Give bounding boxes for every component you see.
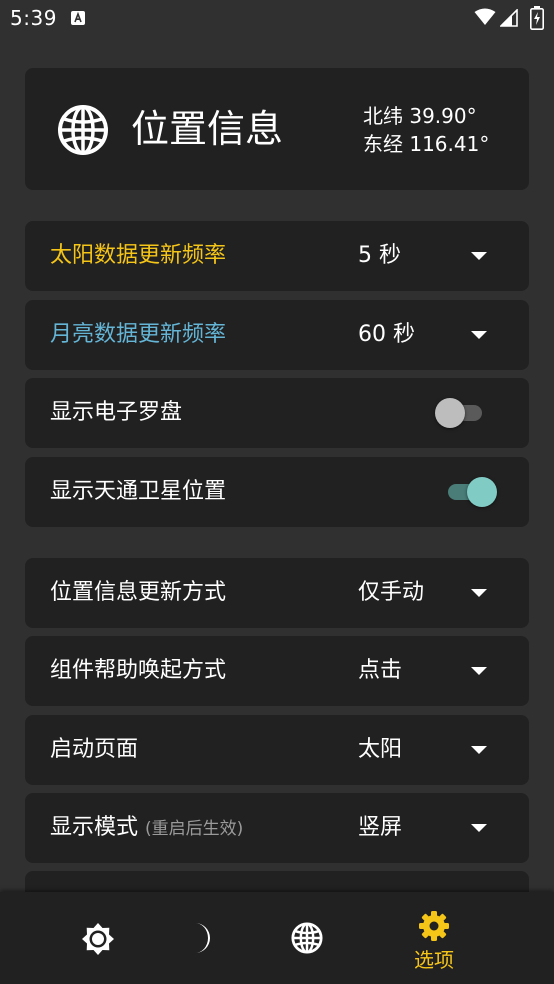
location-update-mode-row[interactable]: 位置信息更新方式 仅手动 — [25, 558, 529, 628]
dropdown-arrow-icon[interactable] — [471, 746, 487, 754]
status-bar: 5:39 — [0, 0, 554, 38]
nav-options-tab[interactable]: 选项 — [389, 892, 479, 984]
startup-page-row[interactable]: 启动页面 太阳 — [25, 715, 529, 785]
location-update-mode-label: 位置信息更新方式 — [50, 580, 227, 605]
globe-icon — [291, 922, 323, 954]
dropdown-arrow-icon[interactable] — [471, 667, 487, 675]
wifi-icon — [474, 8, 496, 25]
widget-wakeup-value[interactable]: 点击 — [358, 636, 402, 706]
show-compass-label: 显示电子罗盘 — [50, 400, 183, 425]
dropdown-arrow-icon[interactable] — [471, 331, 487, 339]
location-title: 位置信息 — [131, 107, 284, 151]
show-compass-row[interactable]: 显示电子罗盘 — [25, 378, 529, 448]
sun-icon — [82, 923, 114, 955]
nav-options-label: 选项 — [414, 948, 454, 972]
moon-update-frequency-row[interactable]: 月亮数据更新频率 60 秒 — [25, 300, 529, 370]
latitude-text: 北纬 39.90° — [363, 104, 477, 128]
moon-update-frequency-label: 月亮数据更新频率 — [50, 322, 227, 347]
signal-icon — [500, 9, 518, 27]
widget-wakeup-row[interactable]: 组件帮助唤起方式 点击 — [25, 636, 529, 706]
battery-charging-icon — [530, 6, 544, 30]
longitude-text: 东经 116.41° — [363, 132, 490, 156]
toggle-thumb — [467, 477, 497, 507]
status-time: 5:39 — [10, 6, 57, 30]
show-tiantong-satellite-toggle[interactable] — [445, 477, 497, 507]
moon-icon — [195, 923, 210, 953]
show-tiantong-satellite-label: 显示天通卫星位置 — [50, 479, 227, 504]
show-compass-toggle[interactable] — [435, 398, 487, 428]
toggle-thumb — [435, 398, 465, 428]
dropdown-arrow-icon[interactable] — [471, 824, 487, 832]
widget-wakeup-label: 组件帮助唤起方式 — [50, 658, 227, 683]
nav-moon-tab[interactable] — [157, 892, 247, 984]
sun-update-frequency-label: 太阳数据更新频率 — [50, 243, 227, 268]
globe-icon — [58, 105, 108, 155]
startup-page-label: 启动页面 — [50, 737, 139, 762]
location-update-mode-value[interactable]: 仅手动 — [358, 558, 424, 628]
sun-update-frequency-value[interactable]: 5 秒 — [358, 221, 401, 291]
restart-note: (重启后生效) — [145, 819, 244, 839]
moon-update-frequency-value[interactable]: 60 秒 — [358, 300, 415, 370]
display-mode-value[interactable]: 竖屏 — [358, 793, 402, 863]
nav-sun-tab[interactable] — [53, 892, 143, 984]
display-mode-label-group: 显示模式 (重启后生效) — [50, 793, 243, 863]
location-card[interactable]: 位置信息 北纬 39.90° 东经 116.41° — [25, 68, 529, 190]
bottom-navigation: 选项 — [0, 892, 554, 984]
display-mode-row[interactable]: 显示模式 (重启后生效) 竖屏 — [25, 793, 529, 863]
sun-update-frequency-row[interactable]: 太阳数据更新频率 5 秒 — [25, 221, 529, 291]
dropdown-arrow-icon[interactable] — [471, 252, 487, 260]
location-coordinates: 北纬 39.90° 东经 116.41° — [363, 102, 489, 158]
startup-page-value[interactable]: 太阳 — [358, 715, 402, 785]
display-mode-label: 显示模式 — [50, 815, 139, 840]
nav-location-tab[interactable] — [262, 892, 352, 984]
gear-icon — [419, 911, 449, 941]
dropdown-arrow-icon[interactable] — [471, 589, 487, 597]
notification-a-icon — [71, 11, 85, 25]
show-tiantong-satellite-row[interactable]: 显示天通卫星位置 — [25, 457, 529, 527]
